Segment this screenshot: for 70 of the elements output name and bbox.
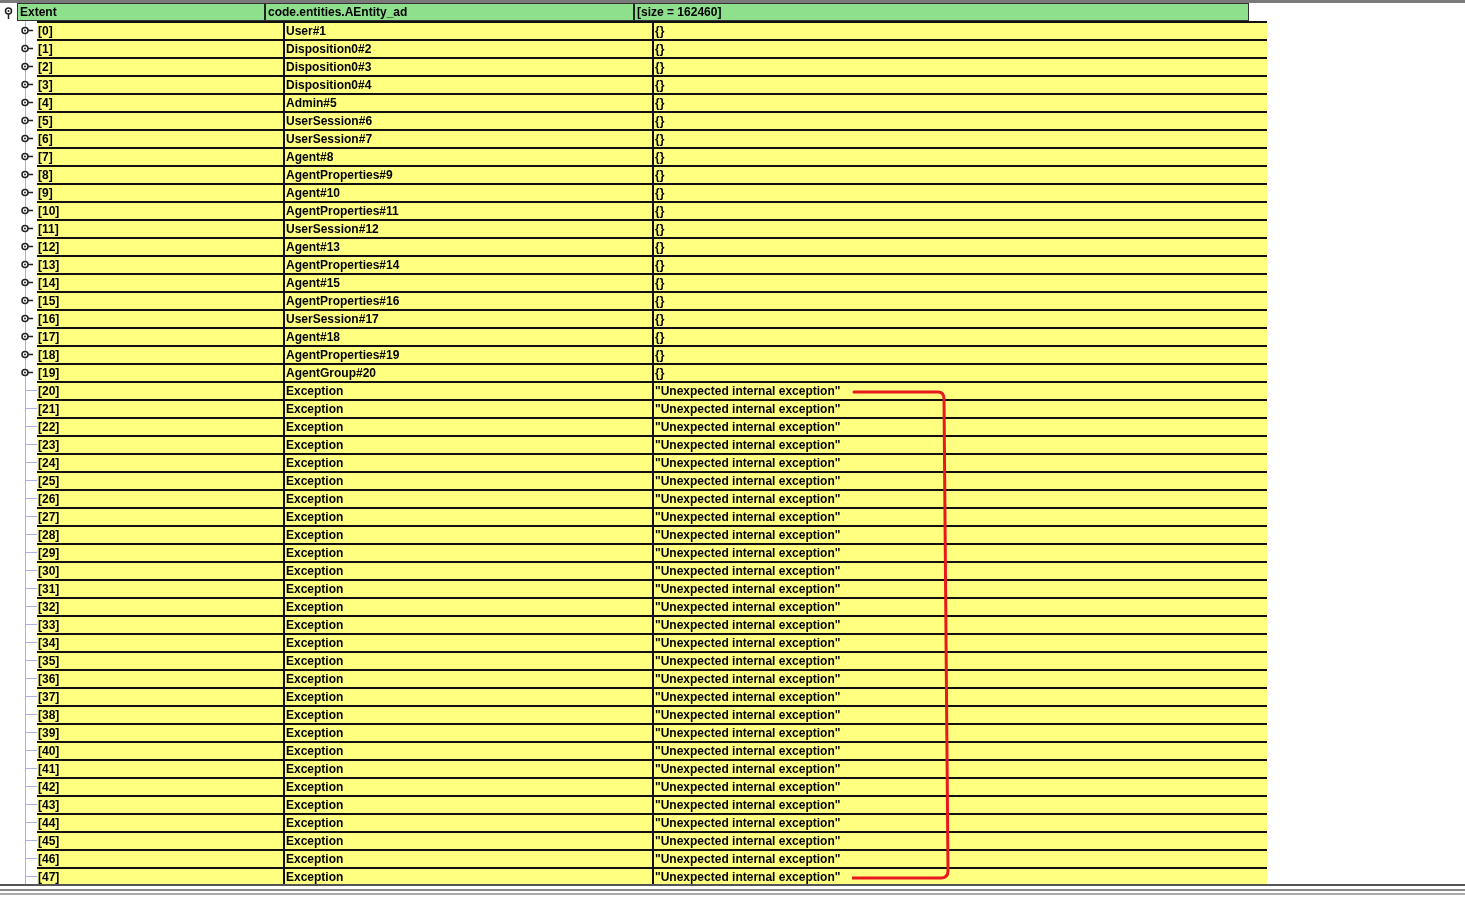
table-cell-text: [6] — [37, 131, 54, 147]
table-cell-text: [17] — [37, 329, 61, 345]
table-cell-text: [19] — [37, 365, 61, 381]
table-cell-text: [44] — [37, 815, 61, 831]
expand-handle-icon[interactable] — [21, 25, 33, 35]
table-cell-text: [28] — [37, 527, 61, 543]
table-cell-text: [11] — [37, 221, 60, 237]
table-cell-text: [1] — [37, 41, 54, 57]
table-cell-text: [46] — [37, 851, 61, 867]
table-cell-text: [4] — [37, 95, 54, 111]
table-cell-text: [24] — [37, 455, 61, 471]
table-cell-text: [37] — [37, 689, 61, 705]
expand-handle-icon[interactable] — [21, 115, 33, 125]
table-cell-text: [5] — [37, 113, 54, 129]
table-cell-text: [39] — [37, 725, 61, 741]
table-cell-text: [8] — [37, 167, 54, 183]
table-cell-text: [33] — [37, 617, 61, 633]
table-cell-text: [9] — [37, 185, 54, 201]
table-cell-text: [43] — [37, 797, 61, 813]
expand-handle-icon[interactable] — [21, 133, 33, 143]
expand-handle-icon[interactable] — [21, 331, 33, 341]
table-cell-text: Extent — [19, 4, 58, 20]
table-cell-text: [15] — [37, 293, 61, 309]
table-cell-text: [20] — [37, 383, 61, 399]
table-cell-text: [32] — [37, 599, 61, 615]
table-cell-text: [26] — [37, 491, 61, 507]
expand-handle-icon[interactable] — [21, 169, 33, 179]
table-cell-text: [31] — [37, 581, 61, 597]
table-cell-text: [23] — [37, 437, 61, 453]
table-cell-text: [13] — [37, 257, 61, 273]
expand-handle-icon[interactable] — [21, 151, 33, 161]
expand-handle-icon[interactable] — [21, 295, 33, 305]
expand-handle-icon[interactable] — [21, 43, 33, 53]
table-cell-text: [35] — [37, 653, 61, 669]
table-cell-text: [45] — [37, 833, 61, 849]
expand-handle-icon[interactable] — [21, 367, 33, 377]
table-cell-text: [22] — [37, 419, 61, 435]
table-cell-text: [3] — [37, 77, 54, 93]
expand-handle-icon[interactable] — [21, 223, 33, 233]
expand-handle-icon[interactable] — [21, 61, 33, 71]
expand-handle-icon[interactable] — [21, 313, 33, 323]
table-cell-text: [40] — [37, 743, 61, 759]
expand-handle-icon[interactable] — [21, 97, 33, 107]
table-cell-text: [16] — [37, 311, 61, 327]
expand-handle-icon[interactable] — [21, 205, 33, 215]
table-cell-text: [18] — [37, 347, 61, 363]
table-cell-text: [7] — [37, 149, 54, 165]
table-cell-text: [34] — [37, 635, 61, 651]
table-cell-text: [12] — [37, 239, 61, 255]
table-cell-text: [2] — [37, 59, 54, 75]
table-cell-text: [38] — [37, 707, 61, 723]
table-cell-text: [47] — [37, 869, 61, 885]
table-cell-text: [21] — [37, 401, 61, 417]
table-cell-text: [10] — [37, 203, 61, 219]
table-cell-text: [36] — [37, 671, 61, 687]
table-cell-text: [30] — [37, 563, 61, 579]
expand-handle-icon[interactable] — [21, 349, 33, 359]
table-cell-text: [27] — [37, 509, 61, 525]
table-cell-text: [14] — [37, 275, 61, 291]
expand-handle-icon[interactable] — [21, 187, 33, 197]
table-cell-text: [29] — [37, 545, 61, 561]
table-cell-text: [25] — [37, 473, 61, 489]
table-cell-text: [41] — [37, 761, 61, 777]
expand-handle-icon[interactable] — [21, 241, 33, 251]
table-cell-text: [42] — [37, 779, 61, 795]
expand-handle-icon[interactable] — [21, 277, 33, 287]
expand-handle-icon[interactable] — [21, 79, 33, 89]
collapse-handle-icon[interactable] — [4, 6, 13, 19]
expand-handle-icon[interactable] — [21, 259, 33, 269]
table-cell-text: [0] — [37, 23, 54, 39]
